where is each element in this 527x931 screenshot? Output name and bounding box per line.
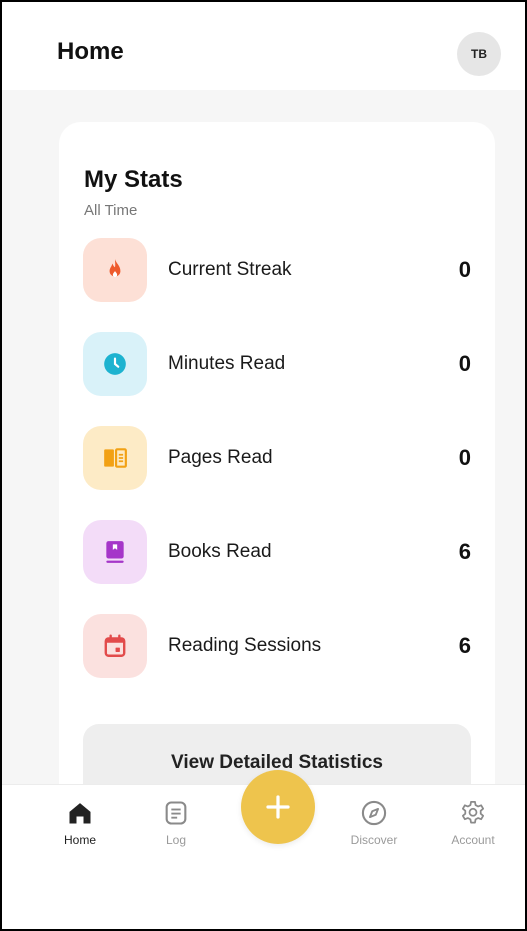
- page-title: Home: [57, 38, 124, 65]
- nav-label: Account: [451, 833, 495, 847]
- gear-icon: [461, 801, 485, 824]
- stat-value: 6: [458, 539, 471, 564]
- my-stats-card: My Stats All Time Current Streak 0 Minut…: [59, 122, 495, 784]
- nav-item-home[interactable]: Home: [40, 799, 120, 857]
- avatar[interactable]: TB: [457, 32, 501, 76]
- nav-item-discover[interactable]: Discover: [334, 799, 414, 857]
- stat-label: Books Read: [168, 541, 272, 562]
- stat-label: Reading Sessions: [168, 635, 322, 656]
- book-open-icon: [83, 426, 147, 490]
- home-content[interactable]: My Stats All Time Current Streak 0 Minut…: [2, 90, 525, 784]
- app-screen: Home TB My Stats All Time Current Streak…: [0, 0, 527, 931]
- log-icon: [165, 801, 187, 825]
- stat-value: 0: [458, 445, 471, 470]
- stat-label: Minutes Read: [168, 353, 286, 374]
- stat-label: Pages Read: [168, 447, 273, 468]
- calendar-icon: [83, 614, 147, 678]
- plus-icon: [266, 795, 290, 819]
- stat-row-current-streak: Current Streak 0: [83, 238, 471, 302]
- book-icon: [83, 520, 147, 584]
- stat-row-reading-sessions: Reading Sessions 6: [83, 614, 471, 678]
- clock-icon: [83, 332, 147, 396]
- nav-label: Home: [63, 833, 96, 847]
- compass-icon: [361, 800, 387, 826]
- stat-label: Current Streak: [168, 259, 292, 280]
- stat-value: 0: [458, 257, 471, 282]
- flame-icon: [83, 238, 147, 302]
- nav-item-log[interactable]: Log: [136, 799, 216, 857]
- home-icon: [69, 803, 91, 824]
- nav-item-account[interactable]: Account: [433, 799, 513, 857]
- card-title: My Stats: [84, 166, 183, 193]
- card-subtitle: All Time: [84, 202, 138, 219]
- stat-row-books-read: Books Read 6: [83, 520, 471, 584]
- nav-label: Discover: [350, 833, 398, 847]
- stat-value: 0: [458, 351, 471, 376]
- stat-row-minutes-read: Minutes Read 0: [83, 332, 471, 396]
- stat-value: 6: [458, 633, 471, 658]
- stat-row-pages-read: Pages Read 0: [83, 426, 471, 490]
- nav-label: Log: [165, 833, 187, 847]
- add-log-button[interactable]: [241, 770, 315, 844]
- header: Home TB: [2, 2, 525, 90]
